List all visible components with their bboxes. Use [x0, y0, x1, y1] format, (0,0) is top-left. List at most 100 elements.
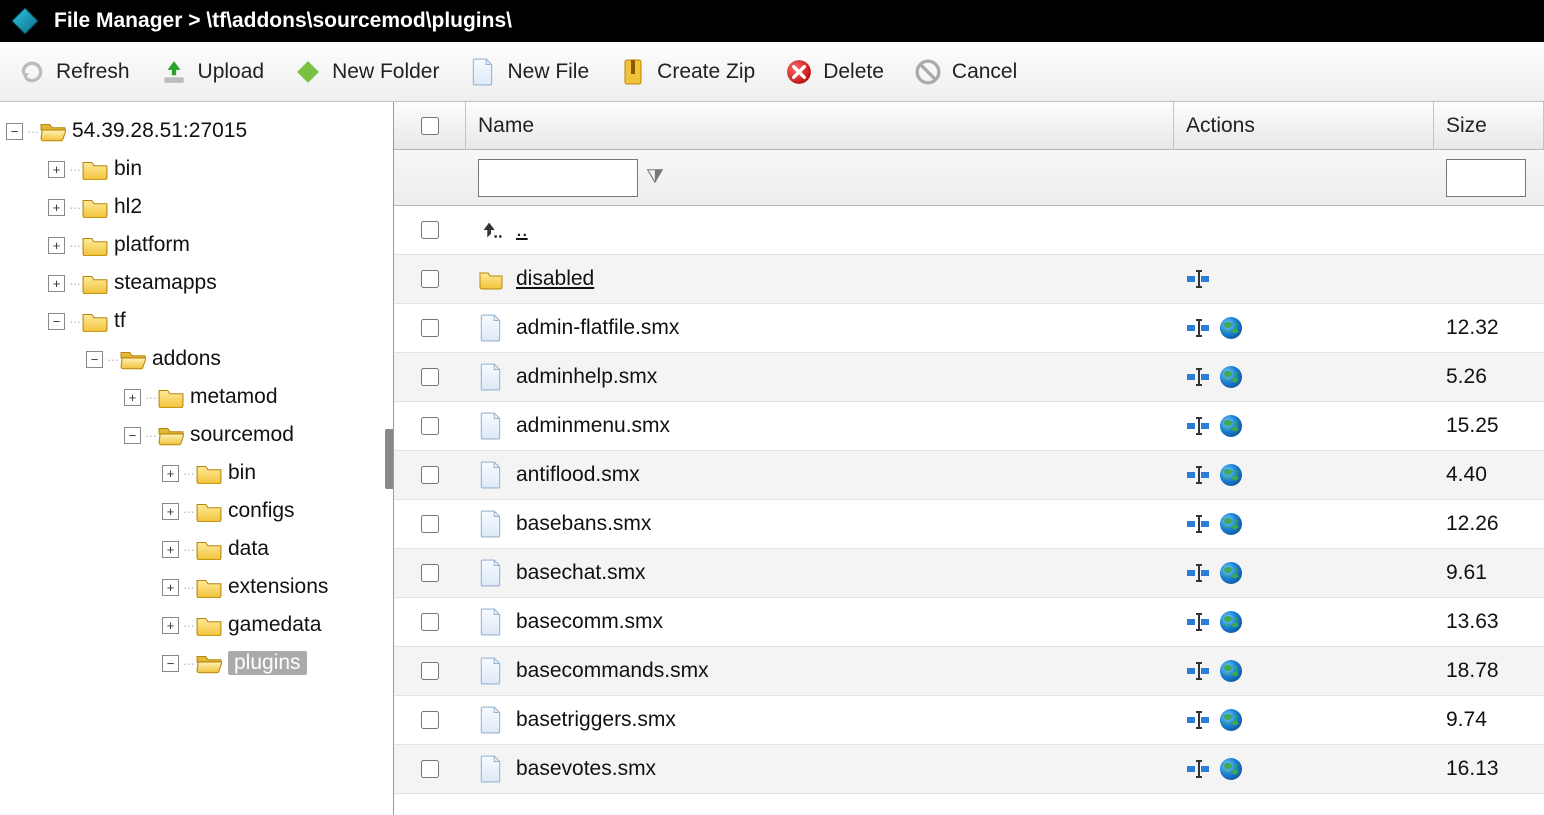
toggle-icon[interactable]: +	[162, 503, 179, 520]
row-checkbox[interactable]	[421, 564, 439, 582]
toggle-icon[interactable]: +	[48, 161, 65, 178]
cancel-button[interactable]: Cancel	[914, 58, 1017, 86]
rename-icon[interactable]	[1186, 413, 1212, 439]
new-file-button[interactable]: New File	[469, 58, 589, 86]
tree-node-plugins[interactable]: −···plugins	[6, 644, 387, 682]
upload-button[interactable]: Upload	[160, 58, 265, 86]
toggle-icon[interactable]: +	[124, 389, 141, 406]
folder-icon	[196, 652, 222, 674]
tree-node-platform[interactable]: +···platform	[6, 226, 387, 264]
toggle-icon[interactable]: −	[124, 427, 141, 444]
column-header-size[interactable]: Size	[1434, 102, 1544, 149]
name-filter-input[interactable]	[478, 159, 638, 197]
file-row[interactable]: antiflood.smx4.40	[394, 451, 1544, 500]
row-checkbox[interactable]	[421, 417, 439, 435]
rename-icon[interactable]	[1186, 364, 1212, 390]
splitter-handle[interactable]	[385, 429, 394, 489]
download-icon[interactable]	[1218, 707, 1244, 733]
rename-icon[interactable]	[1186, 658, 1212, 684]
size-filter-input[interactable]	[1446, 159, 1526, 197]
download-icon[interactable]	[1218, 364, 1244, 390]
rename-icon[interactable]	[1186, 462, 1212, 488]
file-row[interactable]: disabled	[394, 255, 1544, 304]
tree-node-label: configs	[228, 499, 295, 523]
rename-icon[interactable]	[1186, 315, 1212, 341]
column-header-actions[interactable]: Actions	[1174, 102, 1434, 149]
tree-node-tf[interactable]: −···tf	[6, 302, 387, 340]
file-icon	[478, 313, 504, 343]
rename-icon[interactable]	[1186, 707, 1212, 733]
toggle-icon[interactable]: +	[162, 617, 179, 634]
rename-icon[interactable]	[1186, 266, 1212, 292]
toggle-icon[interactable]: +	[48, 199, 65, 216]
tree-node-metamod[interactable]: +···metamod	[6, 378, 387, 416]
toggle-icon[interactable]: +	[162, 541, 179, 558]
file-row[interactable]: basecomm.smx13.63	[394, 598, 1544, 647]
tree-root[interactable]: − ··· 54.39.28.51:27015	[6, 112, 387, 150]
parent-dir-row[interactable]: ..	[394, 206, 1544, 255]
download-icon[interactable]	[1218, 413, 1244, 439]
row-checkbox[interactable]	[421, 221, 439, 239]
rename-icon[interactable]	[1186, 560, 1212, 586]
toggle-icon[interactable]: +	[48, 275, 65, 292]
create-zip-button[interactable]: Create Zip	[619, 58, 755, 86]
tree-node-bin[interactable]: +···bin	[6, 150, 387, 188]
tree-node-sourcemod[interactable]: −···sourcemod	[6, 416, 387, 454]
toggle-icon[interactable]: +	[48, 237, 65, 254]
file-row[interactable]: basetriggers.smx9.74	[394, 696, 1544, 745]
toggle-icon[interactable]: −	[162, 655, 179, 672]
file-row[interactable]: admin-flatfile.smx12.32	[394, 304, 1544, 353]
file-row[interactable]: basevotes.smx16.13	[394, 745, 1544, 794]
tree-node-addons[interactable]: −···addons	[6, 340, 387, 378]
row-checkbox[interactable]	[421, 760, 439, 778]
new-folder-label: New Folder	[332, 60, 439, 84]
file-row[interactable]: adminhelp.smx5.26	[394, 353, 1544, 402]
file-row[interactable]: basebans.smx12.26	[394, 500, 1544, 549]
row-checkbox[interactable]	[421, 711, 439, 729]
toggle-icon[interactable]: −	[48, 313, 65, 330]
delete-button[interactable]: Delete	[785, 58, 884, 86]
collapse-icon[interactable]: −	[6, 123, 23, 140]
download-icon[interactable]	[1218, 511, 1244, 537]
rename-icon[interactable]	[1186, 756, 1212, 782]
file-name: basecommands.smx	[516, 659, 709, 683]
column-header-name[interactable]: Name	[466, 102, 1174, 149]
tree-node-data[interactable]: +···data	[6, 530, 387, 568]
toggle-icon[interactable]: +	[162, 465, 179, 482]
file-size: 4.40	[1434, 463, 1544, 487]
toggle-icon[interactable]: −	[86, 351, 103, 368]
row-checkbox[interactable]	[421, 466, 439, 484]
file-row[interactable]: adminmenu.smx15.25	[394, 402, 1544, 451]
download-icon[interactable]	[1218, 462, 1244, 488]
select-all-cell[interactable]	[394, 102, 466, 149]
download-icon[interactable]	[1218, 756, 1244, 782]
filter-icon[interactable]: ⧩	[646, 166, 664, 189]
rename-icon[interactable]	[1186, 511, 1212, 537]
tree-node-steamapps[interactable]: +···steamapps	[6, 264, 387, 302]
tree-node-label: plugins	[228, 651, 307, 675]
download-icon[interactable]	[1218, 658, 1244, 684]
download-icon[interactable]	[1218, 609, 1244, 635]
select-all-checkbox[interactable]	[421, 117, 439, 135]
row-checkbox[interactable]	[421, 662, 439, 680]
tree-node-gamedata[interactable]: +···gamedata	[6, 606, 387, 644]
row-checkbox[interactable]	[421, 319, 439, 337]
folder-icon	[196, 538, 222, 560]
download-icon[interactable]	[1218, 560, 1244, 586]
rename-icon[interactable]	[1186, 609, 1212, 635]
file-icon	[478, 754, 504, 784]
row-checkbox[interactable]	[421, 613, 439, 631]
refresh-button[interactable]: Refresh	[18, 58, 130, 86]
new-folder-button[interactable]: New Folder	[294, 58, 439, 86]
file-row[interactable]: basecommands.smx18.78	[394, 647, 1544, 696]
tree-node-hl2[interactable]: +···hl2	[6, 188, 387, 226]
row-checkbox[interactable]	[421, 270, 439, 288]
tree-node-bin[interactable]: +···bin	[6, 454, 387, 492]
toggle-icon[interactable]: +	[162, 579, 179, 596]
download-icon[interactable]	[1218, 315, 1244, 341]
tree-node-configs[interactable]: +···configs	[6, 492, 387, 530]
row-checkbox[interactable]	[421, 515, 439, 533]
row-checkbox[interactable]	[421, 368, 439, 386]
file-row[interactable]: basechat.smx9.61	[394, 549, 1544, 598]
tree-node-extensions[interactable]: +···extensions	[6, 568, 387, 606]
